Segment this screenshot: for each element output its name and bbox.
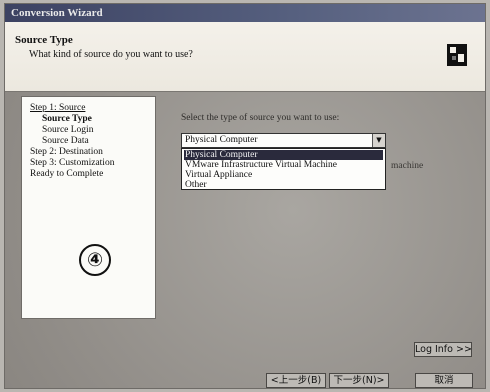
step-source: Step 1: Source	[30, 103, 86, 113]
option-vmware-infrastructure-vm[interactable]: VMware Infrastructure Virtual Machine	[184, 160, 383, 170]
step-source-data: Source Data	[42, 136, 89, 146]
step-customization: Step 3: Customization	[30, 158, 115, 168]
source-type-options-list: Physical Computer VMware Infrastructure …	[181, 148, 386, 190]
window-title-bar[interactable]: Conversion Wizard	[5, 4, 485, 22]
log-info-button[interactable]: Log Info >>	[414, 342, 472, 357]
source-type-dropdown[interactable]: Physical Computer ▼	[181, 133, 386, 148]
partially-hidden-description: machine	[391, 161, 424, 171]
option-other[interactable]: Other	[184, 180, 383, 190]
page-subtitle: What kind of source do you want to use?	[29, 49, 193, 60]
annotation-marker: ④	[79, 244, 111, 276]
source-type-selected-value: Physical Computer	[185, 135, 258, 145]
step-ready-to-complete: Ready to Complete	[30, 169, 104, 179]
cancel-button[interactable]: 取消	[415, 373, 473, 388]
option-physical-computer[interactable]: Physical Computer	[184, 150, 383, 160]
step-destination: Step 2: Destination	[30, 147, 103, 157]
wizard-body: Step 1: Source Source Type Source Login …	[5, 92, 485, 388]
conversion-wizard-window: Conversion Wizard Source Type What kind …	[4, 3, 486, 389]
back-button[interactable]: <上一步(B)	[266, 373, 326, 388]
wizard-header: Source Type What kind of source do you w…	[5, 22, 485, 92]
step-source-type: Source Type	[42, 114, 92, 124]
next-button[interactable]: 下一步(N)>	[329, 373, 389, 388]
source-type-prompt: Select the type of source you want to us…	[181, 113, 340, 123]
window-title: Conversion Wizard	[11, 7, 103, 19]
step-source-login: Source Login	[42, 125, 94, 135]
page-title: Source Type	[15, 34, 73, 46]
option-virtual-appliance[interactable]: Virtual Appliance	[184, 170, 383, 180]
wizard-logo-icon	[447, 44, 467, 66]
chevron-down-icon[interactable]: ▼	[372, 134, 385, 147]
steps-panel: Step 1: Source Source Type Source Login …	[21, 96, 156, 319]
